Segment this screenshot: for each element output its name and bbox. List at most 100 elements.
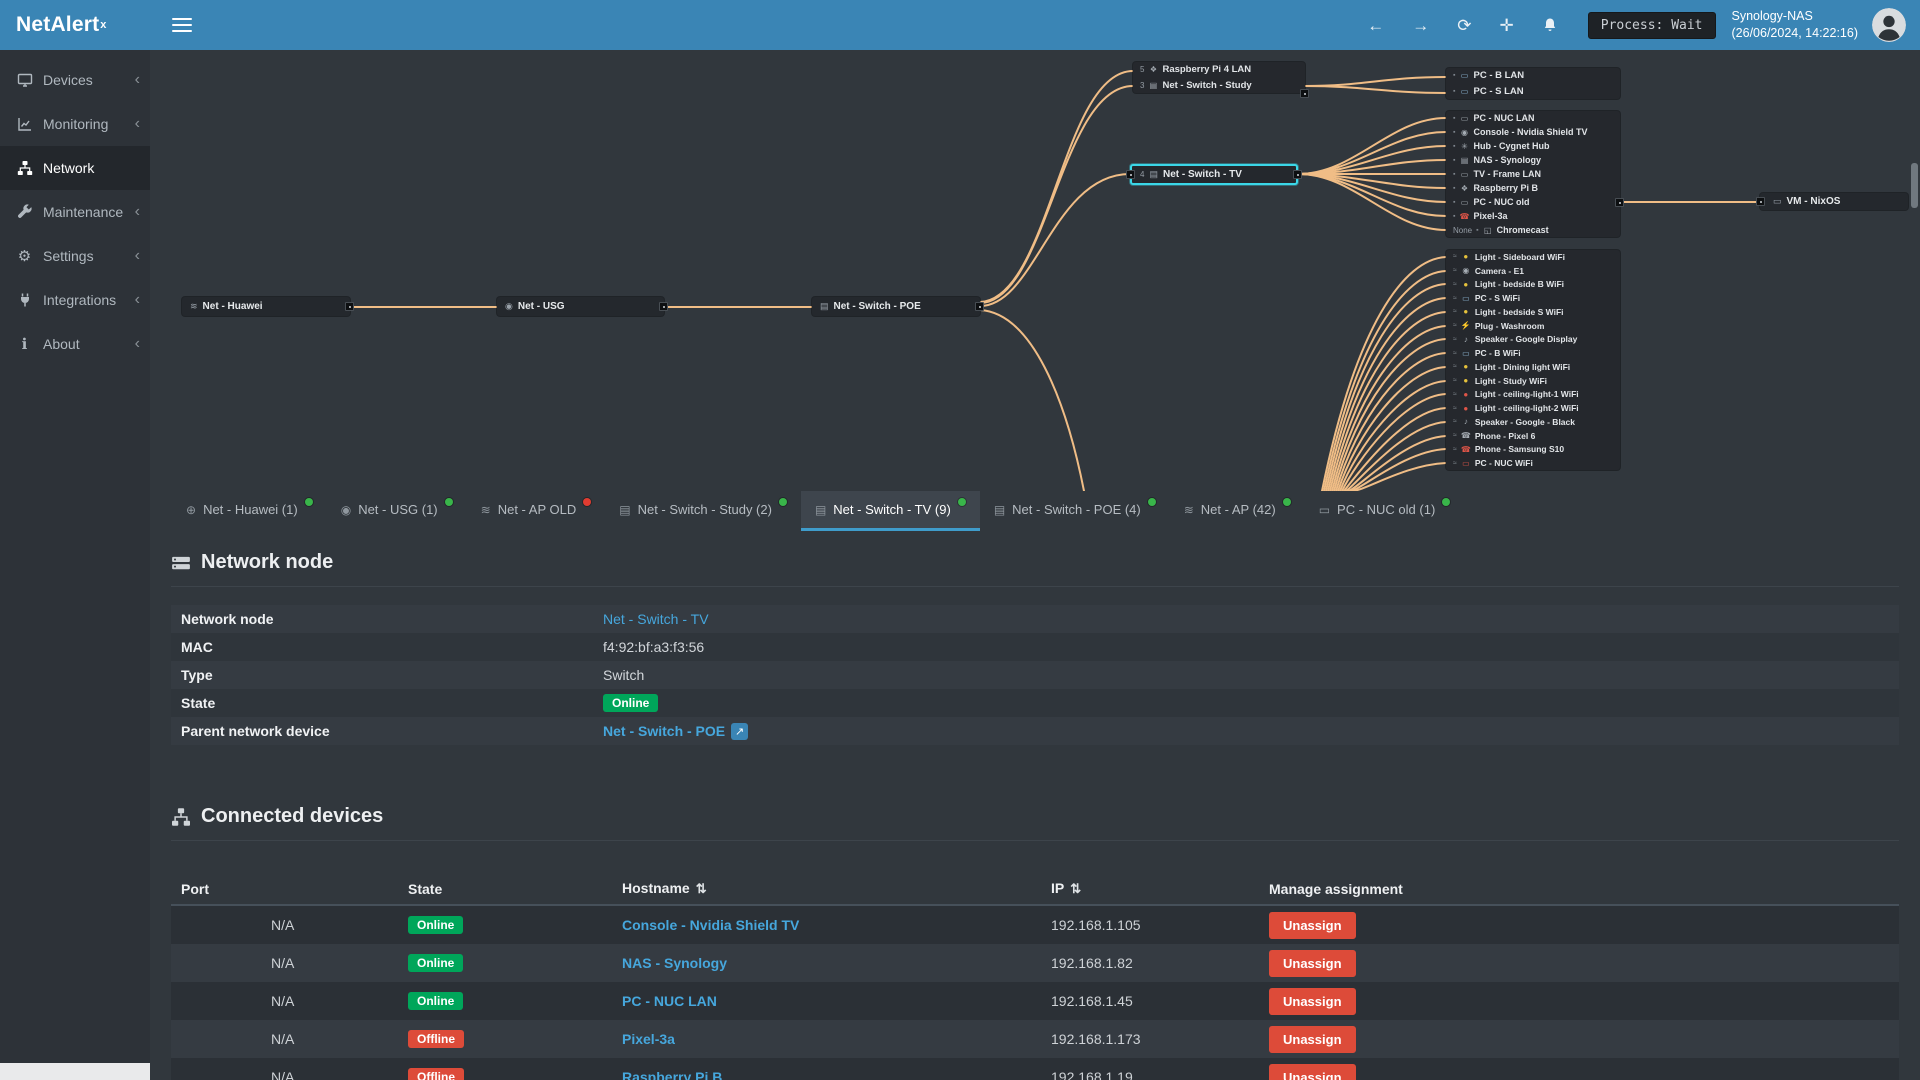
node-tab[interactable]: ▤ Net - Switch - TV (9) (800, 491, 980, 531)
sidebar-item-settings[interactable]: ⚙ Settings (0, 234, 150, 278)
menu-toggle-button[interactable] (172, 18, 192, 32)
sidebar-item-devices[interactable]: Devices (0, 58, 150, 102)
diagram-device-row[interactable]: 3 ▤ Net - Switch - Study (1133, 78, 1305, 94)
diagram-device-row[interactable]: ☎ Phone - Pixel 6 (1446, 429, 1620, 443)
hostname-link[interactable]: Console - Nvidia Shield TV (622, 917, 799, 933)
vm-icon: ▭ (1773, 196, 1782, 206)
sidebar-item-network[interactable]: Network (0, 146, 150, 190)
sort-icon[interactable] (696, 880, 707, 896)
sidebar-item-monitoring[interactable]: Monitoring (0, 102, 150, 146)
node-tab[interactable]: ≋ Net - AP (42) (1170, 491, 1305, 531)
network-node-link[interactable]: Net - Switch - TV (603, 611, 709, 627)
node-tab[interactable]: ⊕ Net - Huawei (1) (172, 491, 327, 531)
node-net-switch-poe[interactable]: ▤ Net - Switch - POE (812, 297, 984, 316)
diagram-device-row[interactable]: ▭ PC - NUC WiFi (1446, 456, 1620, 470)
sidebar-item-integrations[interactable]: Integrations (0, 278, 150, 322)
device-icon: ● (1463, 252, 1469, 262)
port-connector (1126, 170, 1135, 179)
diagram-device-row[interactable]: ❖ Raspberry Pi B (1446, 181, 1620, 195)
node-tab[interactable]: ▤ Net - Switch - POE (4) (980, 491, 1170, 531)
diagram-device-row[interactable]: ▭ PC - NUC old (1446, 195, 1620, 209)
node-type-icon: ◉ (340, 502, 352, 517)
diagram-device-row[interactable]: ♪ Speaker - Google Display (1446, 333, 1620, 347)
diagram-device-row[interactable]: ▭ PC - S LAN (1446, 84, 1620, 100)
diagram-device-row[interactable]: ▭ PC - B WiFi (1446, 346, 1620, 360)
node-net-usg[interactable]: ◉ Net - USG (497, 297, 668, 316)
hostname-link[interactable]: Pixel-3a (622, 1031, 675, 1047)
hostname-link[interactable]: PC - NUC LAN (622, 993, 717, 1009)
parent-node-link[interactable]: Net - Switch - POE (603, 723, 725, 739)
diagram-device-row[interactable]: ● Light - Sideboard WiFi (1446, 250, 1620, 264)
node-tab[interactable]: ▭ PC - NUC old (1) (1305, 491, 1465, 531)
diagram-device-row[interactable]: ● Light - bedside B WiFi (1446, 278, 1620, 292)
device-icon: ◱ (1483, 225, 1492, 235)
port-value: N/A (271, 917, 295, 933)
device-icon: ● (1463, 362, 1469, 372)
node-vm-nixos[interactable]: ▭ VM - NixOS (1756, 193, 1908, 210)
node-tab[interactable]: ▤ Net - Switch - Study (2) (605, 491, 801, 531)
diagram-device-row[interactable]: ◉ Console - Nvidia Shield TV (1446, 125, 1620, 139)
port-label: 3 (1140, 80, 1145, 90)
state-badge: Online (603, 694, 659, 712)
monitoring-icon (16, 116, 33, 132)
move-icon[interactable]: ✛ (1500, 17, 1514, 34)
node-net-huawei[interactable]: ≋ Net - Huawei (182, 297, 354, 316)
diagram-device-row[interactable]: ● Light - Dining light WiFi (1446, 360, 1620, 374)
diagram-device-row[interactable]: ▭ PC - S WiFi (1446, 291, 1620, 305)
unassign-button[interactable]: Unassign (1269, 911, 1356, 939)
column-header-ip: IP (1041, 880, 1259, 897)
diagram-device-row[interactable]: ▭ PC - NUC LAN (1446, 111, 1620, 125)
refresh-icon[interactable]: ⟳ (1457, 17, 1471, 34)
wifi-link-icon (1453, 446, 1457, 453)
sidebar-item-about[interactable]: ℹ About (0, 322, 150, 366)
unassign-button[interactable]: Unassign (1269, 987, 1356, 1015)
device-icon: ▤ (1149, 80, 1158, 90)
unassign-button[interactable]: Unassign (1269, 949, 1356, 977)
user-avatar[interactable] (1872, 8, 1906, 42)
hostname-link[interactable]: Raspberry Pi B (622, 1069, 722, 1080)
table-row: N/A Offline Raspberry Pi B 192.168.1.19 … (171, 1058, 1899, 1080)
bell-icon[interactable] (1542, 17, 1558, 33)
status-dot (957, 498, 966, 506)
diagram-device-row[interactable]: ● Light - ceiling-light-1 WiFi (1446, 388, 1620, 402)
port-value: N/A (271, 1069, 295, 1080)
device-icon: ▭ (1460, 113, 1469, 123)
sort-icon[interactable] (1070, 880, 1081, 896)
scrollbar-thumb[interactable] (1911, 163, 1918, 208)
hostname-link[interactable]: NAS - Synology (622, 955, 727, 971)
diagram-device-row[interactable]: ◉ Camera - E1 (1446, 264, 1620, 278)
device-icon: ● (1463, 307, 1469, 317)
diagram-device-row[interactable]: 5 ❖ Raspberry Pi 4 LAN (1133, 62, 1305, 78)
diagram-device-row[interactable]: ✳ Hub - Cygnet Hub (1446, 139, 1620, 153)
node-tab[interactable]: ◉ Net - USG (1) (327, 491, 467, 531)
diagram-device-row[interactable]: ☎ Phone - Samsung S10 (1446, 443, 1620, 457)
sidebar-item-maintenance[interactable]: Maintenance (0, 190, 150, 234)
diagram-device-row[interactable]: ▭ TV - Frame LAN (1446, 167, 1620, 181)
diagram-device-row[interactable]: ♪ Speaker - Google - Black (1446, 415, 1620, 429)
diagram-device-row[interactable]: ▤ NAS - Synology (1446, 153, 1620, 167)
lan-link-icon (1453, 115, 1455, 122)
diagram-device-row[interactable]: ☎ Pixel-3a (1446, 209, 1620, 223)
unassign-button[interactable]: Unassign (1269, 1063, 1356, 1080)
forward-arrow-icon[interactable]: → (1412, 17, 1429, 34)
node-tab[interactable]: ≋ Net - AP OLD (467, 491, 606, 531)
devices-icon (16, 72, 33, 88)
port-connector (1756, 197, 1765, 206)
diagram-device-row[interactable]: ● Light - Study WiFi (1446, 374, 1620, 388)
diagram-device-row[interactable]: ⚡ Plug - Washroom (1446, 319, 1620, 333)
back-arrow-icon[interactable]: ← (1367, 17, 1384, 34)
device-icon: ▭ (1460, 197, 1469, 207)
diagram-device-row[interactable]: ● Light - bedside S WiFi (1446, 305, 1620, 319)
diagram-device-row[interactable]: ▭ PC - B LAN (1446, 68, 1620, 84)
unassign-button[interactable]: Unassign (1269, 1025, 1356, 1053)
node-net-switch-tv-selected[interactable]: 4 ▤ Net - Switch - TV (1126, 164, 1302, 185)
process-status-badge[interactable]: Process: Wait (1587, 11, 1716, 39)
app-logo[interactable]: NetAlert x (0, 0, 150, 50)
main-content: ≋ Net - Huawei ◉ Net - USG ▤ Net - Switc… (150, 0, 1920, 1080)
diagram-device-row[interactable]: None ◱ Chromecast (1446, 223, 1620, 237)
open-parent-node-icon[interactable] (731, 722, 749, 740)
status-dot (1147, 498, 1156, 506)
device-icon: ♪ (1463, 417, 1468, 427)
switch-icon: ▤ (820, 301, 829, 311)
diagram-device-row[interactable]: ● Light - ceiling-light-2 WiFi (1446, 401, 1620, 415)
